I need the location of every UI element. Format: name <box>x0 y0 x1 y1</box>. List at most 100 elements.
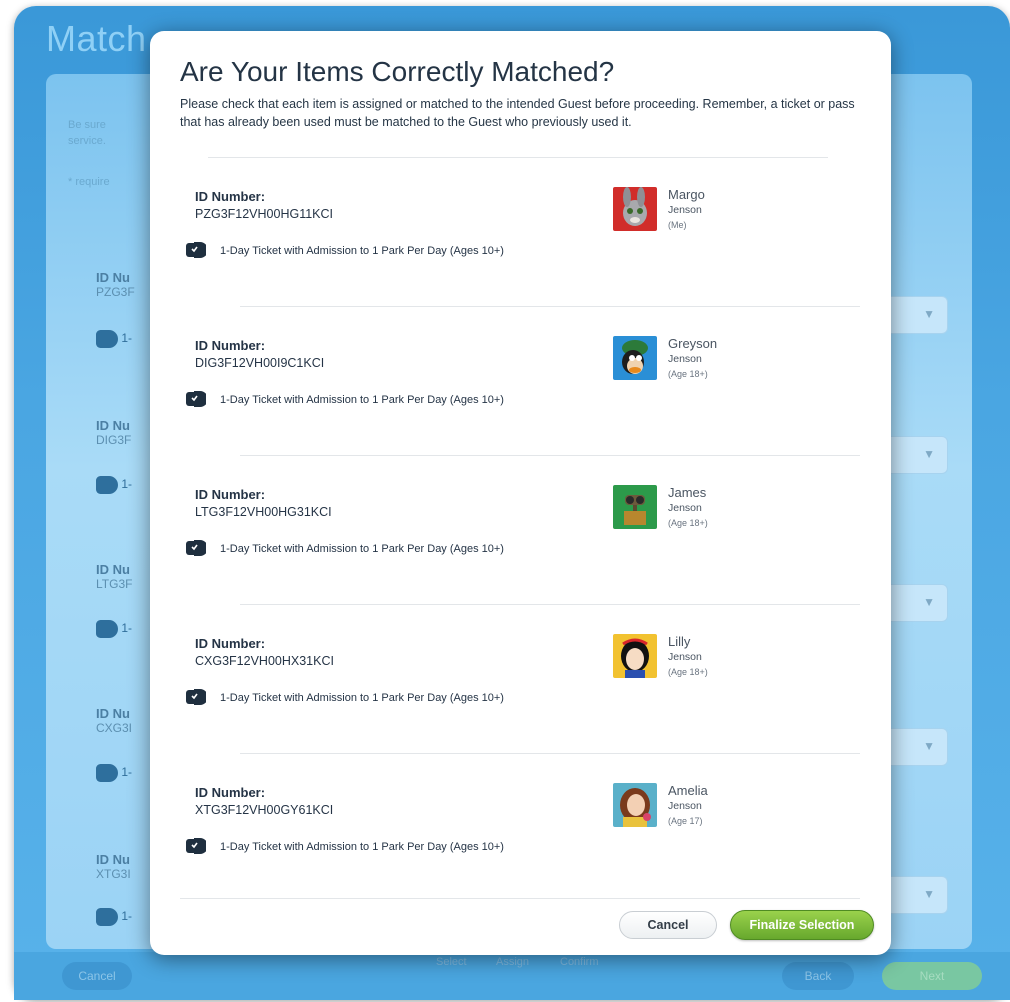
background-ticket-label: 1- <box>121 621 133 636</box>
background-row-label: ID Nu <box>96 562 130 577</box>
guest-age-note: (Me) <box>668 220 687 230</box>
background-row-value: CXG3I <box>96 721 133 735</box>
item-divider <box>240 753 860 754</box>
ticket-icon <box>186 838 206 854</box>
id-number-label: ID Number: <box>195 338 266 353</box>
guest-first-name: Margo <box>668 187 705 202</box>
ticket-icon <box>96 908 118 926</box>
background-ticket-label: 1- <box>121 765 133 780</box>
id-number-value: DIG3F12VH00I9C1KCI <box>195 356 325 370</box>
matched-item: ID Number: XTG3F12VH00GY61KCI 1-Day Tick… <box>180 753 860 901</box>
background-row-value: PZG3F <box>96 285 135 299</box>
guest-first-name: Lilly <box>668 634 691 649</box>
guest-last-name: Jenson <box>668 502 702 514</box>
guest-avatar <box>613 783 657 827</box>
background-row-value: LTG3F <box>96 577 133 591</box>
background-step: Select <box>436 956 467 968</box>
background-row-label: ID Nu <box>96 706 130 721</box>
guest-first-name: Amelia <box>668 783 708 798</box>
background-ticket: 1- <box>96 908 136 928</box>
chevron-down-icon: ▼ <box>923 307 935 321</box>
background-ticket-label: 1- <box>121 909 133 924</box>
footer-divider <box>180 898 860 899</box>
background-ticket-label: 1- <box>121 331 133 346</box>
matched-item: ID Number: DIG3F12VH00I9C1KCI 1-Day Tick… <box>180 306 860 454</box>
id-number-value: XTG3F12VH00GY61KCI <box>195 803 334 817</box>
chevron-down-icon: ▼ <box>923 739 935 753</box>
item-divider <box>240 306 860 307</box>
background-ticket-label: 1- <box>121 477 133 492</box>
background-ticket: 1- <box>96 330 136 350</box>
guest-last-name: Jenson <box>668 651 702 663</box>
ticket-icon <box>186 391 206 407</box>
chevron-down-icon: ▼ <box>923 887 935 901</box>
background-row: ID Nu PZG3F <box>96 270 135 299</box>
id-number-label: ID Number: <box>195 487 266 502</box>
background-note-line1: Be sure <box>68 119 106 131</box>
background-row: ID Nu LTG3F <box>96 562 132 591</box>
guest-age-note: (Age 17) <box>668 816 703 826</box>
ticket-icon <box>96 764 118 782</box>
background-step: Confirm <box>560 956 599 968</box>
guest-age-note: (Age 18+) <box>668 667 708 677</box>
guest-first-name: Greyson <box>668 336 718 351</box>
ticket-description: 1-Day Ticket with Admission to 1 Park Pe… <box>220 245 504 257</box>
finalize-selection-button[interactable]: Finalize Selection <box>730 910 874 940</box>
ticket-icon <box>186 540 206 556</box>
chevron-down-icon: ▼ <box>923 447 935 461</box>
confirm-match-modal: Are Your Items Correctly Matched? Please… <box>150 31 891 955</box>
item-divider <box>240 604 860 605</box>
id-number-value: LTG3F12VH00HG31KCI <box>195 505 332 519</box>
guest-last-name: Jenson <box>668 800 702 812</box>
ticket-icon <box>96 476 118 494</box>
background-row-label: ID Nu <box>96 270 130 285</box>
ticket-description: 1-Day Ticket with Admission to 1 Park Pe… <box>220 394 504 406</box>
background-row: ID Nu XTG3I <box>96 852 131 881</box>
guest-avatar <box>613 336 657 380</box>
id-number-label: ID Number: <box>195 785 266 800</box>
background-row-value: DIG3F <box>96 433 132 447</box>
item-divider <box>208 157 828 158</box>
background-row: ID Nu DIG3F <box>96 418 131 447</box>
guest-first-name: James <box>668 485 707 500</box>
background-row: ID Nu CXG3I <box>96 706 132 735</box>
ticket-icon <box>186 242 206 258</box>
background-row-label: ID Nu <box>96 852 130 867</box>
background-row-value: XTG3I <box>96 867 131 881</box>
id-number-label: ID Number: <box>195 189 266 204</box>
item-divider <box>240 455 860 456</box>
background-next-button: Next <box>882 962 982 990</box>
guest-avatar <box>613 634 657 678</box>
background-required-note: * require <box>68 176 110 188</box>
background-note-line2: service. <box>68 135 106 147</box>
guest-avatar <box>613 485 657 529</box>
guest-last-name: Jenson <box>668 353 702 365</box>
matched-item: ID Number: CXG3F12VH00HX31KCI 1-Day Tick… <box>180 604 860 752</box>
id-number-value: PZG3F12VH00HG11KCI <box>195 207 334 221</box>
guest-age-note: (Age 18+) <box>668 369 708 379</box>
background-ticket: 1- <box>96 476 136 496</box>
ticket-icon <box>96 620 118 638</box>
matched-item: ID Number: PZG3F12VH00HG11KCI 1-Day Tick… <box>180 157 860 305</box>
id-number-label: ID Number: <box>195 636 266 651</box>
id-number-value: CXG3F12VH00HX31KCI <box>195 654 334 668</box>
background-row-label: ID Nu <box>96 418 130 433</box>
cancel-button[interactable]: Cancel <box>619 911 717 939</box>
modal-description: Please check that each item is assigned … <box>180 97 855 129</box>
ticket-description: 1-Day Ticket with Admission to 1 Park Pe… <box>220 543 504 555</box>
background-cancel-button: Cancel <box>62 962 132 990</box>
background-page-title: Match <box>46 18 147 59</box>
background-ticket: 1- <box>96 620 136 640</box>
guest-age-note: (Age 18+) <box>668 518 708 528</box>
chevron-down-icon: ▼ <box>923 595 935 609</box>
background-back-button: Back <box>782 962 854 990</box>
ticket-description: 1-Day Ticket with Admission to 1 Park Pe… <box>220 692 504 704</box>
background-step: Assign <box>496 956 530 968</box>
modal-title: Are Your Items Correctly Matched? <box>180 56 615 87</box>
guest-last-name: Jenson <box>668 204 702 216</box>
matched-item: ID Number: LTG3F12VH00HG31KCI 1-Day Tick… <box>180 455 860 603</box>
ticket-icon <box>186 689 206 705</box>
ticket-description: 1-Day Ticket with Admission to 1 Park Pe… <box>220 841 504 853</box>
background-ticket: 1- <box>96 764 136 784</box>
ticket-icon <box>96 330 118 348</box>
